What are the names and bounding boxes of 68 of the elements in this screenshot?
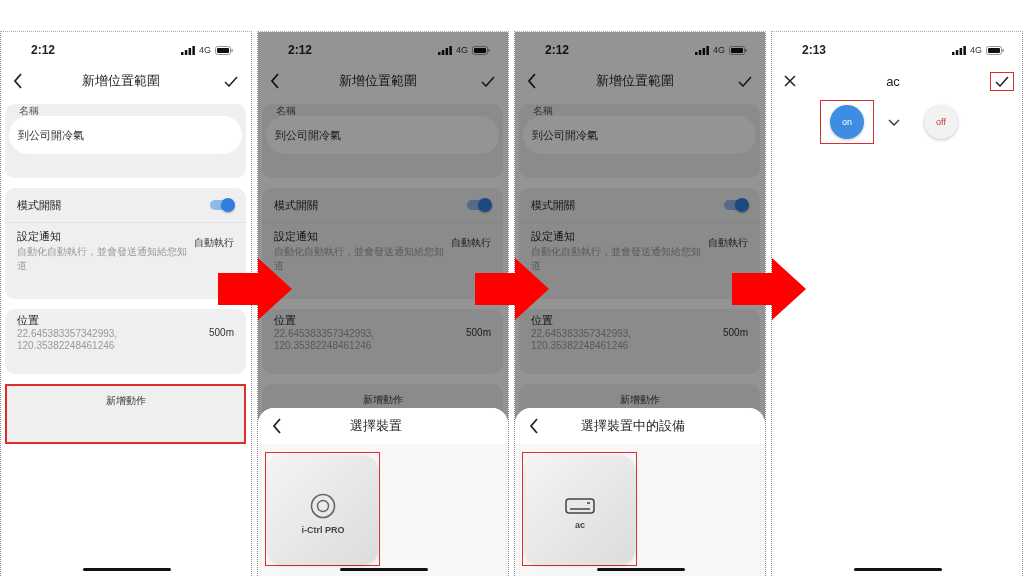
sheet-title: 選擇裝置中的設備 [581,417,685,435]
name-field[interactable]: 到公司開冷氣 [9,116,242,154]
back-icon[interactable] [272,418,282,434]
radius-value: 500m [723,327,748,340]
back-icon[interactable] [529,418,539,434]
location-label: 位置 [531,313,554,328]
field-label: 名稱 [18,105,40,116]
screen-title: ac [886,73,900,89]
device-tile[interactable]: ac [525,455,635,565]
back-icon[interactable] [527,73,537,89]
network-label: 4G [199,45,211,55]
status-time: 2:13 [802,43,827,57]
location-label: 位置 [17,313,40,328]
field-label: 名稱 [275,105,297,116]
location-label: 位置 [274,313,297,328]
sheet-title: 選擇裝置 [350,417,402,435]
network-label: 4G [713,45,725,55]
setting-label: 設定通知 [531,229,576,244]
status-time: 2:12 [288,43,313,57]
back-icon[interactable] [270,73,280,89]
chevron-down-icon[interactable] [888,118,900,126]
status-time: 2:12 [545,43,570,57]
screen-title: 新增位置範圍 [339,72,417,90]
name-field[interactable]: 到公司開冷氣 [266,116,499,154]
screen-title: 新增位置範圍 [596,72,674,90]
network-label: 4G [456,45,468,55]
toggle-switch[interactable] [210,200,234,210]
option-button[interactable]: off [924,105,958,139]
battery-icon [986,45,1004,55]
tile-label: i-Ctrl PRO [301,524,345,535]
setting-value[interactable]: 自動執行 [451,236,491,273]
check-icon[interactable] [481,75,495,87]
battery-icon [729,45,747,55]
signal-icon [695,45,709,55]
radius-value: 500m [466,327,491,340]
battery-icon [215,45,233,55]
back-icon[interactable] [13,73,23,89]
device-tile[interactable]: i-Ctrl PRO [268,455,378,565]
check-icon[interactable] [738,75,752,87]
add-action-button[interactable]: 新增動作 [5,384,246,444]
signal-icon [438,45,452,55]
location-coordinates: 22.645383357342993, 120.35382248461246 [17,328,119,352]
ring-icon [310,492,336,519]
status-time: 2:12 [31,43,56,57]
radius-value: 500m [209,327,234,340]
signal-icon [952,45,966,55]
close-icon[interactable] [784,75,796,87]
setting-value[interactable]: 自動執行 [708,236,748,273]
tile-label: ac [575,519,585,530]
field-label: 名稱 [532,105,554,116]
check-icon[interactable] [224,75,238,87]
network-label: 4G [970,45,982,55]
setting-label: 模式開關 [531,197,575,213]
air-conditioner-icon [565,497,595,514]
setting-value[interactable]: 自動執行 [194,236,234,273]
setting-label: 設定通知 [274,229,319,244]
setting-label: 設定通知 [17,229,62,244]
name-field[interactable]: 到公司開冷氣 [523,116,756,154]
option-button[interactable]: on [830,105,864,139]
check-icon[interactable] [995,75,1009,87]
screen-title: 新增位置範圍 [82,72,160,90]
setting-description: 自動化自動執行，並會發送通知給您知道 [17,245,188,273]
battery-icon [472,45,490,55]
signal-icon [181,45,195,55]
toggle-switch[interactable] [724,200,748,210]
toggle-switch[interactable] [467,200,491,210]
setting-label: 模式開關 [274,197,318,213]
setting-label: 模式開關 [17,197,61,213]
